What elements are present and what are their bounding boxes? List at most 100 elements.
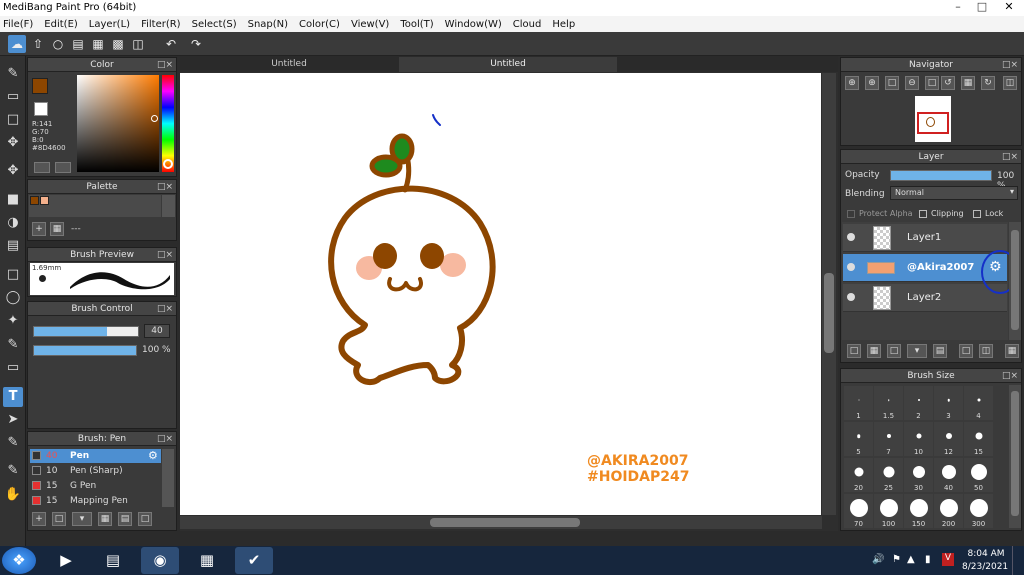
gear-icon[interactable]: ⚙ (148, 449, 158, 463)
add-brush-icon[interactable]: + (32, 512, 46, 526)
color-picker-square[interactable] (77, 75, 159, 172)
brush-list-scrollbar[interactable] (162, 449, 174, 507)
actual-size-icon[interactable]: □ (925, 76, 939, 90)
hue-slider[interactable] (162, 75, 174, 172)
brush-size-value[interactable]: 40 (144, 324, 170, 338)
chrome-icon[interactable]: ◉ (141, 547, 179, 574)
brush-size-option[interactable]: 20 (844, 458, 873, 492)
gradient-tool-icon[interactable]: ▤ (3, 236, 23, 256)
new-halftone-layer-icon[interactable]: ▦ (867, 344, 881, 358)
brush-size-option[interactable]: 150 (904, 494, 933, 528)
color-swap-icon[interactable] (55, 162, 71, 173)
eyedropper-tool-icon[interactable]: ✎ (3, 461, 23, 481)
select-tool-icon[interactable]: □ (3, 265, 23, 285)
magic-wand-tool-icon[interactable]: ✦ (3, 311, 23, 331)
fit-screen-icon[interactable]: ▦ (961, 76, 975, 90)
rotate-left-icon[interactable]: ↺ (941, 76, 955, 90)
select-pen-tool-icon[interactable]: ✎ (3, 335, 23, 355)
show-desktop-button[interactable] (1012, 546, 1024, 575)
redo-icon[interactable]: ↷ (187, 35, 205, 53)
rotate-right-icon[interactable]: ↻ (981, 76, 995, 90)
visibility-icon[interactable] (847, 293, 855, 301)
new-layer-icon[interactable]: □ (847, 344, 861, 358)
tab-document-1[interactable]: Untitled (180, 57, 398, 72)
eraser-tool-icon[interactable]: ▭ (3, 87, 23, 107)
share-icon[interactable]: ⇧ (29, 35, 47, 53)
blending-select[interactable]: Normal ▾ (890, 186, 1018, 200)
layer-scroll-thumb[interactable] (1011, 230, 1019, 330)
move-tool-icon[interactable]: ✥ (3, 161, 23, 181)
lasso-tool-icon[interactable]: ◯ (3, 288, 23, 308)
navigator-thumbnail[interactable] (915, 96, 951, 142)
brush-size-option[interactable]: 2 (904, 386, 933, 420)
close-icon[interactable]: ✕ (994, 0, 1024, 14)
layer-opacity-slider[interactable] (890, 170, 992, 181)
merge-layer-icon[interactable]: ◫ (979, 344, 993, 358)
add-layer-menu-icon[interactable]: ▾ (907, 344, 927, 358)
battery-icon[interactable]: ▮ (925, 554, 931, 565)
zoom-window-icon[interactable]: □ (885, 76, 899, 90)
brush-size-option[interactable]: 4 (964, 386, 993, 420)
text-tool-icon[interactable]: T (3, 387, 23, 407)
horizontal-scroll-thumb[interactable] (430, 518, 580, 527)
brush-size-option[interactable]: 100 (874, 494, 903, 528)
new-8bit-layer-icon[interactable]: □ (887, 344, 901, 358)
message-icon[interactable]: ▤ (69, 35, 87, 53)
menu-layer[interactable]: Layer(L) (89, 19, 130, 30)
brush-size-option[interactable]: 300 (964, 494, 993, 528)
menu-view[interactable]: View(V) (351, 19, 389, 30)
brush-size-option[interactable]: 12 (934, 422, 963, 456)
brush-size-option[interactable]: 10 (904, 422, 933, 456)
file-explorer-icon[interactable]: ▤ (94, 547, 132, 574)
pin-icon[interactable]: □× (157, 180, 173, 194)
brush-item-pen-sharp[interactable]: 10 Pen (Sharp) (30, 464, 161, 478)
maximize-icon[interactable]: □ (970, 0, 994, 14)
canvas-horizontal-scrollbar[interactable] (180, 516, 822, 529)
rect-select-tool-icon[interactable]: □ (3, 110, 23, 130)
pin-icon[interactable]: □× (1002, 369, 1018, 383)
palette-scrollbar[interactable] (162, 195, 175, 217)
zoom-out-icon[interactable]: ⊖ (905, 76, 919, 90)
brush-size-scroll-thumb[interactable] (1011, 391, 1019, 516)
menu-help[interactable]: Help (552, 19, 575, 30)
minimize-icon[interactable]: – (946, 0, 970, 14)
operation-tool-icon[interactable]: ➤ (3, 410, 23, 430)
canvas-vertical-scrollbar[interactable] (822, 73, 836, 515)
layer-row-layer1[interactable]: Layer1 (843, 224, 1007, 252)
zoom-in-icon[interactable]: ⊕ (845, 76, 859, 90)
zoom-fit-icon[interactable]: ⊕ (865, 76, 879, 90)
medibang-icon[interactable]: ✔ (235, 547, 273, 574)
vertical-scroll-thumb[interactable] (824, 273, 834, 353)
brush-item-mapping-pen[interactable]: 15 Mapping Pen (30, 494, 161, 508)
brush-size-option[interactable]: 25 (874, 458, 903, 492)
drawing-canvas[interactable]: @AKIRA2007 #HOIDAP247 (180, 73, 821, 515)
volume-icon[interactable]: 🔊 (872, 554, 884, 565)
brush-size-option[interactable]: 1 (844, 386, 873, 420)
clipping-checkbox[interactable] (919, 210, 927, 218)
brush-size-option[interactable]: 200 (934, 494, 963, 528)
transparent-color-swatch[interactable] (34, 102, 48, 116)
delete-palette-icon[interactable]: ▦ (50, 222, 64, 236)
comment-icon[interactable]: ○ (49, 35, 67, 53)
menu-tool[interactable]: Tool(T) (400, 19, 433, 30)
protect-alpha-checkbox[interactable] (847, 210, 855, 218)
duplicate-layer-icon[interactable]: □ (959, 344, 973, 358)
pin-icon[interactable]: □× (157, 58, 173, 72)
page-icon[interactable]: ◫ (129, 35, 147, 53)
brush-size-option[interactable]: 5 (844, 422, 873, 456)
brush-size-option[interactable]: 70 (844, 494, 873, 528)
brush-tool-icon[interactable]: ✎ (3, 64, 23, 84)
brush-size-option[interactable]: 15 (964, 422, 993, 456)
paint-app-icon[interactable]: ▦ (188, 547, 226, 574)
cloud-icon[interactable]: ☁ (8, 35, 26, 53)
hue-handle[interactable] (163, 159, 173, 169)
select-eraser-tool-icon[interactable]: ▭ (3, 358, 23, 378)
brush-item-pen[interactable]: 40 Pen ⚙ (30, 449, 161, 463)
pin-icon[interactable]: □× (1002, 58, 1018, 72)
layer-list-scrollbar[interactable] (1009, 222, 1021, 340)
document-icon[interactable]: ▦ (89, 35, 107, 53)
menu-select[interactable]: Select(S) (192, 19, 237, 30)
menu-color[interactable]: Color(C) (299, 19, 340, 30)
menu-cloud[interactable]: Cloud (513, 19, 542, 30)
tab-document-2[interactable]: Untitled (399, 57, 617, 72)
